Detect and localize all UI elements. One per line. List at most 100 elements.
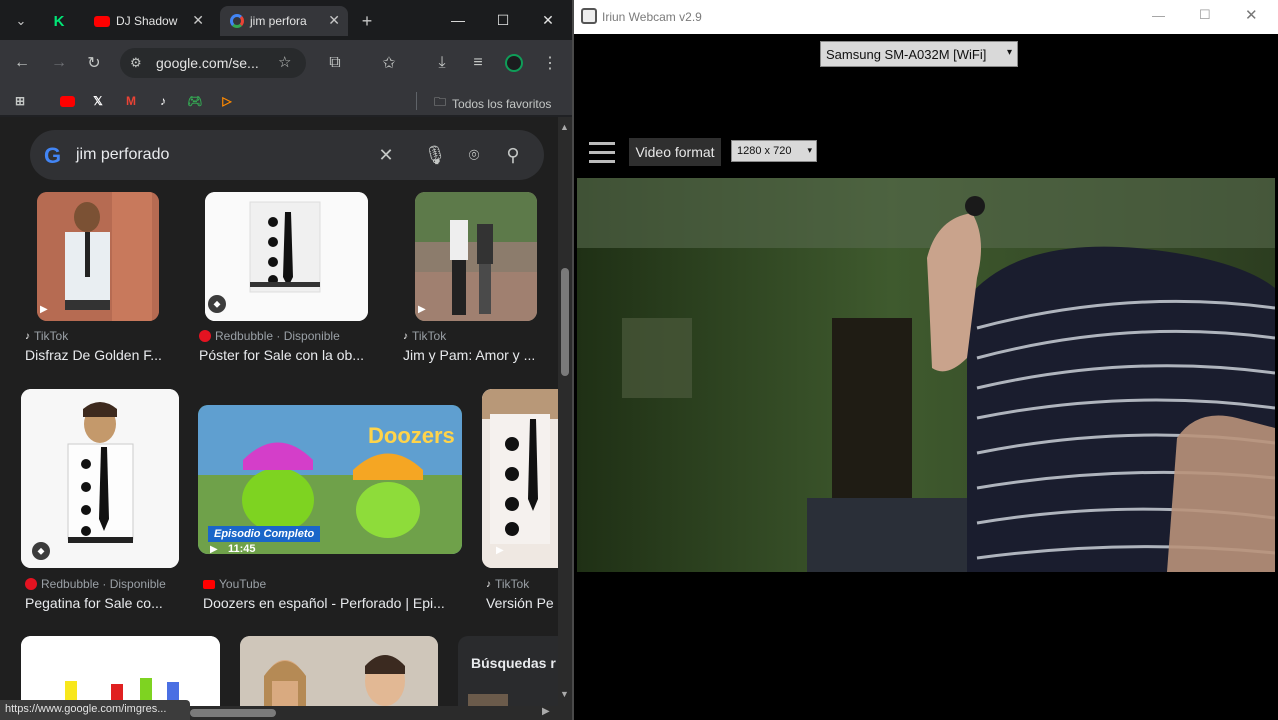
result-title-6[interactable]: Versión Pe (486, 595, 558, 611)
youtube-icon (59, 95, 75, 107)
video-duration: 11:45 (228, 543, 256, 554)
scroll-up-icon[interactable]: ▲ (560, 122, 569, 132)
result-image-1[interactable]: ▶ (37, 192, 159, 321)
avatar (505, 54, 523, 72)
result-source-3: ♪ TikTok (403, 329, 446, 343)
close-icon[interactable]: ✕ (328, 12, 340, 29)
video-play-icon: ▶ (496, 545, 504, 556)
result-title-2[interactable]: Póster for Sale con la ob... (199, 347, 379, 363)
menu-bar-2 (589, 151, 615, 154)
result-image-7[interactable] (21, 636, 220, 707)
all-bookmarks-folder[interactable]: 🗀︎ Todos los favoritos (434, 93, 551, 114)
horizontal-scrollbar[interactable]: ▶ (190, 706, 558, 720)
play-triangle-icon: ▷ (222, 94, 232, 108)
maximize-icon[interactable]: ☐ (1199, 7, 1211, 23)
horizontal-scrollbar-thumb[interactable] (190, 709, 276, 717)
bookmark-gamepad[interactable]: 🎮︎ (186, 92, 204, 110)
downloads-button[interactable]: ⤓ (429, 50, 455, 76)
related-searches-panel: Búsquedas r (458, 636, 558, 707)
plus-icon: + (361, 10, 373, 31)
redbubble-icon (25, 578, 37, 590)
bookmark-gmail[interactable]: M (122, 92, 140, 110)
minimize-icon[interactable]: — (1152, 8, 1165, 23)
close-icon[interactable]: ✕ (1245, 6, 1258, 24)
related-searches-heading: Búsquedas r (471, 655, 556, 671)
scroll-right-icon[interactable]: ▶ (542, 706, 550, 717)
vertical-scrollbar[interactable]: ▲ ▼ (558, 117, 572, 720)
scrollbar-thumb[interactable] (561, 268, 569, 376)
video-play-icon: ▶ (418, 304, 426, 315)
result-title-3[interactable]: Jim y Pam: Amor y ... (403, 347, 548, 363)
redbubble-icon (199, 330, 211, 342)
close-window-button[interactable]: ✕ (526, 6, 570, 34)
camera-frame-image (577, 178, 1275, 572)
forward-button[interactable]: → (46, 50, 72, 76)
chevron-down-icon: ▾ (807, 145, 812, 155)
close-icon[interactable]: ✕ (192, 12, 204, 29)
result-image-6[interactable]: ▶ (482, 389, 558, 568)
menu-button[interactable]: ⋮ (537, 50, 563, 76)
scroll-down-icon[interactable]: ▼ (560, 689, 569, 699)
webcam-window: Iriun Webcam v2.9 — ☐ ✕ Samsung SM-A032M… (574, 0, 1278, 720)
result-image-8[interactable] (240, 636, 438, 707)
dotted-shirt-photo (482, 389, 558, 568)
crayons-image (21, 636, 220, 707)
tab-youtube[interactable]: DJ Shadow ✕ (84, 6, 212, 36)
media-control-button[interactable]: ≡ (465, 50, 491, 76)
google-g-icon: G (44, 143, 62, 168)
result-image-3[interactable]: ▶ (415, 192, 537, 321)
microphone-icon[interactable]: 🎙︎ (423, 143, 447, 167)
svg-text:Doozers: Doozers (368, 423, 455, 448)
result-image-5[interactable]: Doozers Episodio Completo ▶ 11:45 (198, 405, 462, 554)
hamburger-menu[interactable] (589, 142, 615, 164)
favorites-button[interactable]: ✩ (376, 50, 402, 76)
source-label: TikTok (34, 329, 69, 343)
minimize-button[interactable]: — (436, 6, 480, 34)
tiktok-icon: ♪ (403, 330, 408, 342)
download-icon: ⤓ (438, 54, 446, 71)
clear-search-icon[interactable]: ✕ (374, 143, 398, 167)
apps-button[interactable]: ⊞ (11, 92, 29, 110)
result-source-6: ♪ TikTok (486, 577, 529, 591)
youtube-icon (94, 15, 110, 27)
bookmark-play[interactable]: ▷ (218, 92, 236, 110)
extensions-button[interactable]: ⧉ (322, 50, 348, 76)
source-label: YouTube (219, 577, 267, 591)
dotted-shirt-sticker (21, 389, 179, 568)
bookmark-tiktok[interactable]: ♪ (154, 92, 172, 110)
bookmark-x[interactable]: 𝕏 (89, 92, 107, 110)
reload-button[interactable]: ↻ (81, 50, 107, 76)
site-info-icon[interactable]: ⚙ (130, 55, 142, 71)
device-select[interactable]: Samsung SM-A032M [WiFi] ▾ (820, 41, 1018, 67)
address-bar[interactable]: ⚙ google.com/se... ☆ (120, 48, 306, 78)
tab-search-button[interactable]: ⌄ (8, 8, 34, 34)
search-query[interactable]: jim perforado (76, 146, 169, 164)
result-image-2[interactable]: ⬥ (205, 192, 368, 321)
tab-google-search[interactable]: jim perfora ✕ (220, 6, 348, 36)
profile-button[interactable] (501, 50, 527, 76)
bookmark-youtube[interactable] (58, 92, 76, 110)
kick-tab[interactable]: K (46, 8, 72, 34)
result-title-5[interactable]: Doozers en español - Perforado | Epi... (203, 595, 463, 611)
minimize-icon: — (451, 12, 465, 28)
lens-icon[interactable]: ⌾ (462, 143, 486, 167)
tab-title: DJ Shadow (116, 14, 178, 28)
bookmarks-divider (416, 92, 417, 110)
chevron-down-icon: ⌄ (15, 13, 27, 28)
video-format-select[interactable]: 1280 x 720 ▾ (731, 140, 817, 162)
video-play-icon: ▶ (210, 544, 218, 554)
reload-icon: ↻ (87, 55, 101, 72)
result-source-2: Redbubble · Disponible (199, 329, 340, 343)
folder-icon: 🗀︎ (434, 95, 447, 109)
new-tab-button[interactable]: + (354, 8, 380, 34)
search-icon[interactable]: ⚲ (501, 143, 525, 167)
tiktok-icon: ♪ (486, 578, 491, 590)
result-title-4[interactable]: Pegatina for Sale co... (25, 595, 185, 611)
result-image-4[interactable]: ⬥ (21, 389, 179, 568)
maximize-button[interactable]: ☐ (481, 6, 525, 34)
result-title-1[interactable]: Disfraz De Golden F... (25, 347, 185, 363)
webcam-titlebar: Iriun Webcam v2.9 — ☐ ✕ (574, 0, 1278, 34)
search-box[interactable]: G jim perforado ✕ 🎙︎ ⌾ ⚲ (30, 130, 544, 180)
star-icon[interactable]: ☆ (278, 53, 291, 71)
back-button[interactable]: ← (9, 50, 35, 76)
